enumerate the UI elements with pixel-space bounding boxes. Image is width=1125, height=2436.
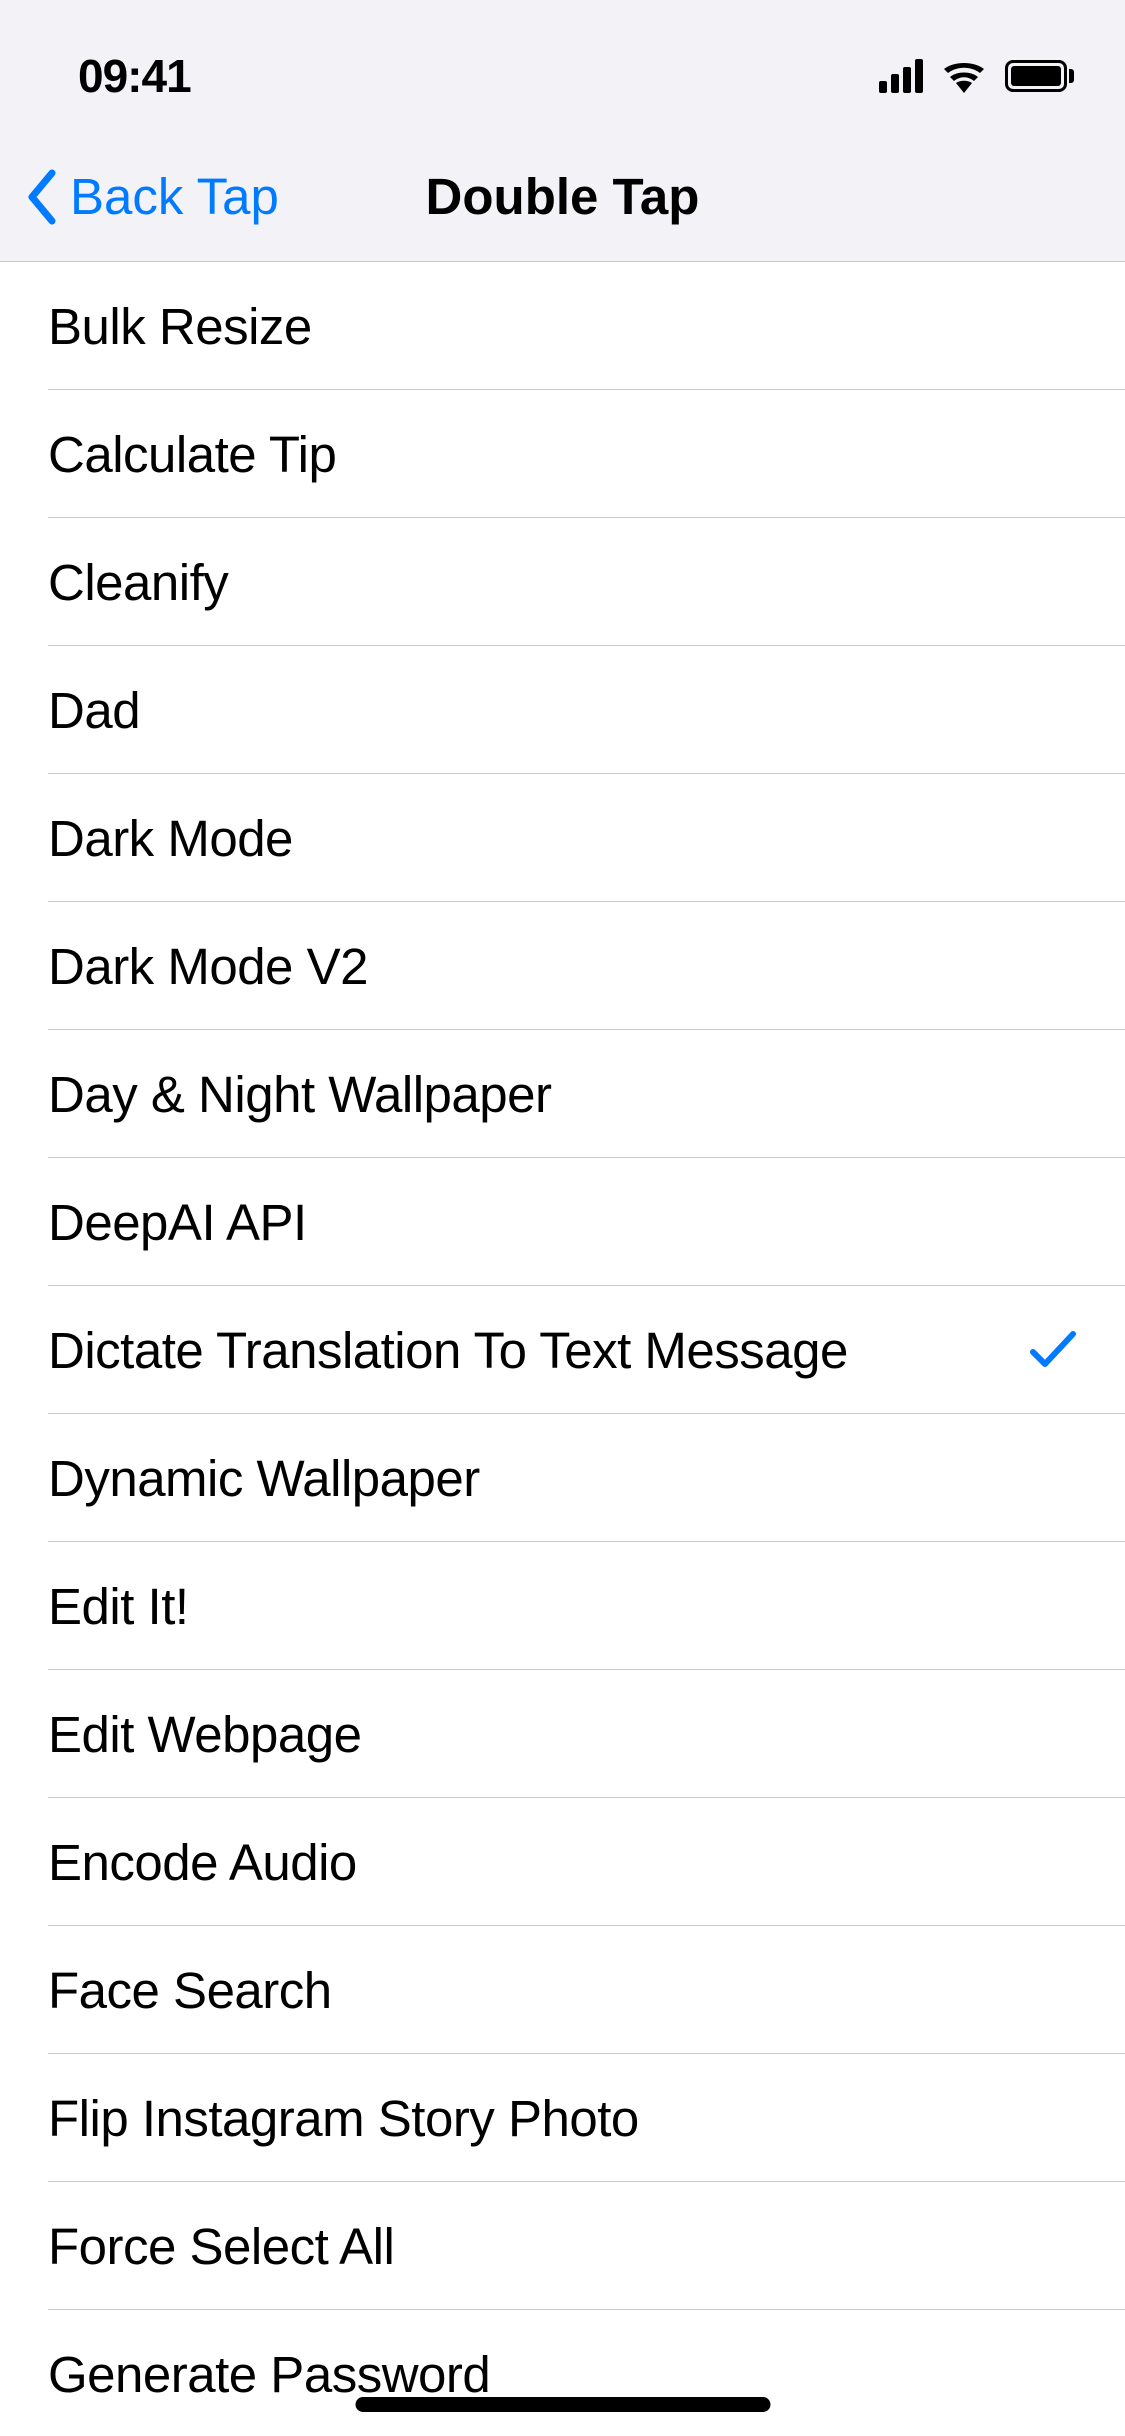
list-item-label: Calculate Tip	[48, 425, 336, 484]
list-item[interactable]: Edit It!	[0, 1542, 1125, 1670]
list-item[interactable]: Dad	[0, 646, 1125, 774]
cellular-icon	[879, 59, 923, 93]
checkmark-icon	[1029, 1328, 1077, 1372]
list-item[interactable]: Encode Audio	[0, 1798, 1125, 1926]
list-item[interactable]: Dark Mode	[0, 774, 1125, 902]
list-item-label: Dictate Translation To Text Message	[48, 1321, 848, 1380]
list-item[interactable]: Edit Webpage	[0, 1670, 1125, 1798]
list-item-label: Dark Mode V2	[48, 937, 368, 996]
list-content[interactable]: Bulk Resize Calculate Tip Cleanify Dad Dark …	[0, 262, 1125, 2436]
list-item[interactable]: Dark Mode V2	[0, 902, 1125, 1030]
settings-list: Bulk Resize Calculate Tip Cleanify Dad Dark …	[0, 262, 1125, 2436]
list-item[interactable]: Calculate Tip	[0, 390, 1125, 518]
list-item-label: Face Search	[48, 1961, 332, 2020]
list-item[interactable]: Face Search	[0, 1926, 1125, 2054]
battery-icon	[1005, 59, 1075, 93]
page-title: Double Tap	[426, 167, 700, 226]
list-item-label: Day & Night Wallpaper	[48, 1065, 551, 1124]
status-bar: 09:41	[0, 0, 1125, 132]
list-item-label: Dynamic Wallpaper	[48, 1449, 480, 1508]
list-item-label: Edit It!	[48, 1577, 189, 1636]
list-item-label: Encode Audio	[48, 1833, 357, 1892]
navigation-bar: Back Tap Double Tap	[0, 132, 1125, 262]
list-item-label: DeepAI API	[48, 1193, 307, 1252]
back-label: Back Tap	[70, 167, 279, 226]
list-item[interactable]: DeepAI API	[0, 1158, 1125, 1286]
home-indicator[interactable]	[355, 2397, 770, 2412]
list-item-label: Edit Webpage	[48, 1705, 361, 1764]
list-item-label: Cleanify	[48, 553, 228, 612]
list-item-label: Bulk Resize	[48, 297, 312, 356]
list-item[interactable]: Day & Night Wallpaper	[0, 1030, 1125, 1158]
list-item-label: Flip Instagram Story Photo	[48, 2089, 639, 2148]
list-item[interactable]: Force Select All	[0, 2182, 1125, 2310]
list-item-label: Dad	[48, 681, 140, 740]
list-item-label: Generate Password	[48, 2345, 490, 2404]
list-item[interactable]: Dictate Translation To Text Message	[0, 1286, 1125, 1414]
list-item[interactable]: Bulk Resize	[0, 262, 1125, 390]
back-button[interactable]: Back Tap	[0, 167, 279, 226]
status-icons	[879, 59, 1075, 93]
list-item[interactable]: Generate Password	[0, 2310, 1125, 2436]
list-item[interactable]: Flip Instagram Story Photo	[0, 2054, 1125, 2182]
wifi-icon	[941, 59, 987, 93]
list-item[interactable]: Cleanify	[0, 518, 1125, 646]
status-time: 09:41	[78, 49, 191, 103]
chevron-back-icon	[24, 169, 58, 225]
list-item[interactable]: Dynamic Wallpaper	[0, 1414, 1125, 1542]
list-item-label: Force Select All	[48, 2217, 394, 2276]
list-item-label: Dark Mode	[48, 809, 293, 868]
